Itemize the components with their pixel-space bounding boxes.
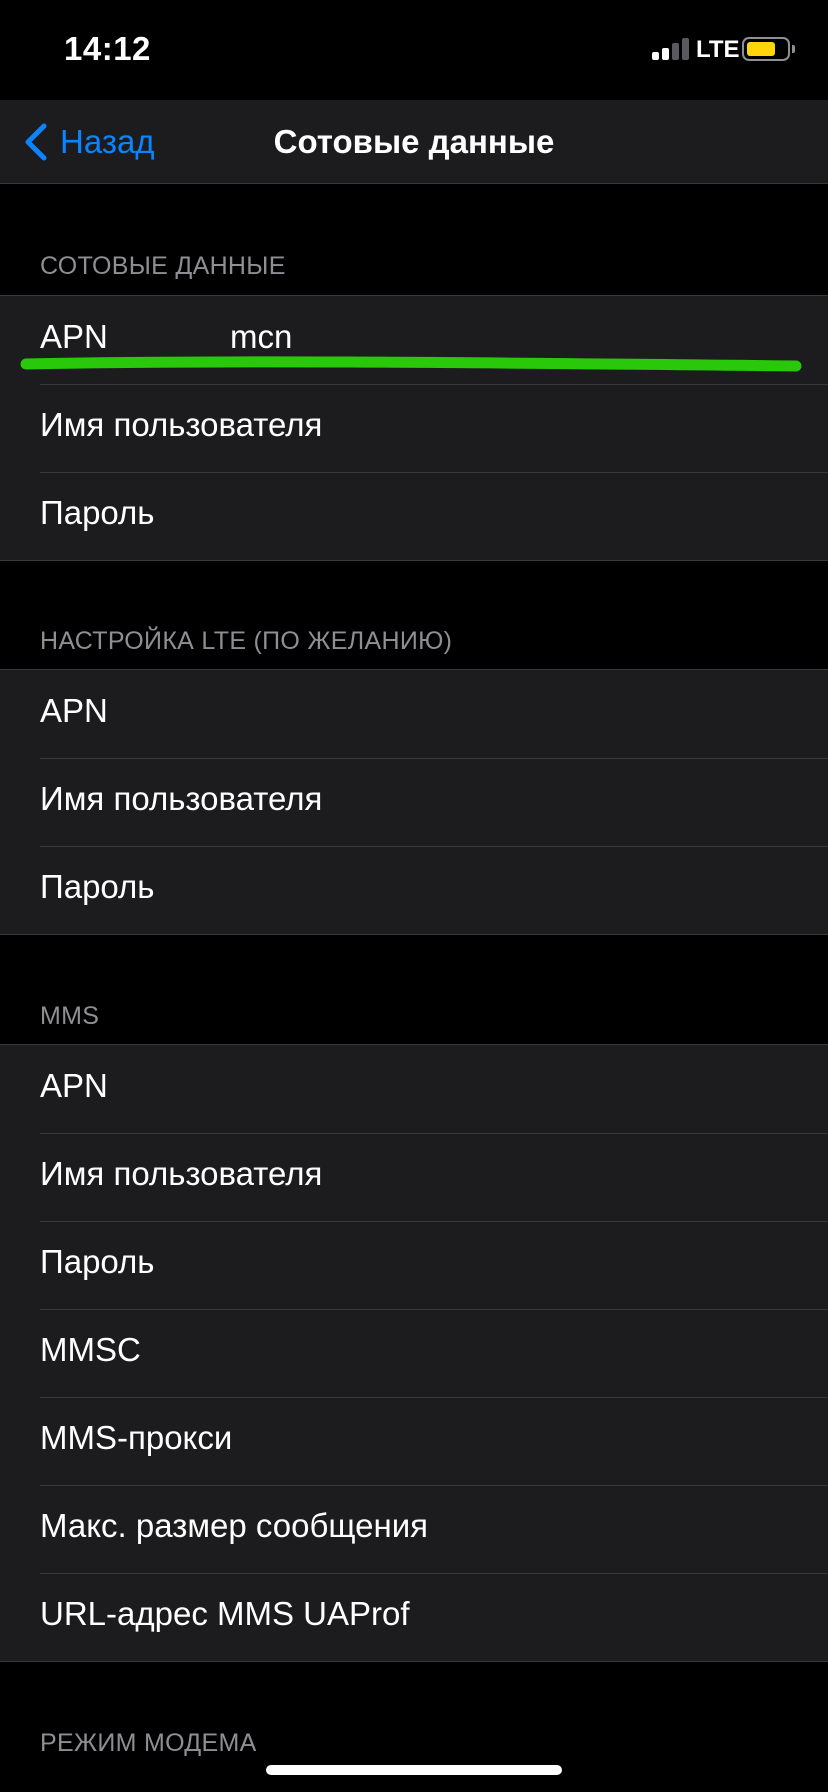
row-username[interactable]: Имя пользователя <box>0 384 828 472</box>
status-time: 14:12 <box>64 30 151 67</box>
section-header-lte: НАСТРОЙКА LTE (ПО ЖЕЛАНИЮ) <box>40 627 453 655</box>
section-header-mms: MMS <box>40 1002 100 1030</box>
row-label: APN <box>40 692 108 729</box>
section-header-cellular-data: СОТОВЫЕ ДАННЫЕ <box>40 252 286 280</box>
group-cellular-data: APN mcn Имя пользователя Пароль <box>0 295 828 561</box>
row-password[interactable]: Пароль <box>0 1221 828 1309</box>
row-label: Пароль <box>40 494 155 531</box>
row-label: Имя пользователя <box>40 406 323 443</box>
row-apn[interactable]: APN <box>0 1045 828 1133</box>
row-label: MMS-прокси <box>40 1419 233 1456</box>
row-password[interactable]: Пароль <box>0 846 828 934</box>
row-label: Имя пользователя <box>40 780 323 817</box>
row-label: Имя пользователя <box>40 1155 323 1192</box>
row-apn[interactable]: APN mcn <box>0 296 828 384</box>
cellular-signal-icon <box>652 36 690 60</box>
navigation-bar: Сотовые данные Назад <box>0 100 828 184</box>
back-button[interactable]: Назад <box>22 114 155 170</box>
row-apn[interactable]: APN <box>0 670 828 758</box>
row-label: Пароль <box>40 868 155 905</box>
network-type: LTE <box>696 36 740 63</box>
row-label: APN <box>40 1067 108 1104</box>
status-bar: 14:12 LTE <box>0 0 828 100</box>
row-label: URL-адрес MMS UAProf <box>40 1595 410 1632</box>
home-indicator <box>266 1765 562 1775</box>
screen: 14:12 LTE Сотовые данные Назад СОТОВЫЕ Д… <box>0 0 828 1792</box>
chevron-left-icon <box>25 123 47 161</box>
apn-value: mcn <box>230 318 293 355</box>
section-header-modem-mode: РЕЖИМ МОДЕМА <box>40 1729 257 1757</box>
row-mmsc[interactable]: MMSC <box>0 1309 828 1397</box>
row-max-message-size[interactable]: Макс. размер сообщения <box>0 1485 828 1573</box>
row-label: Макс. размер сообщения <box>40 1507 429 1544</box>
row-mms-uaprof-url[interactable]: URL-адрес MMS UAProf <box>0 1573 828 1661</box>
row-username[interactable]: Имя пользователя <box>0 1133 828 1221</box>
row-mms-proxy[interactable]: MMS-прокси <box>0 1397 828 1485</box>
group-mms: APN Имя пользователя Пароль MMSC MMS-про… <box>0 1044 828 1662</box>
row-label: Пароль <box>40 1243 155 1280</box>
back-label: Назад <box>60 123 155 160</box>
row-username[interactable]: Имя пользователя <box>0 758 828 846</box>
row-label: APN <box>40 318 108 355</box>
battery-icon <box>742 37 795 61</box>
row-label: MMSC <box>40 1331 141 1368</box>
row-password[interactable]: Пароль <box>0 472 828 560</box>
group-lte: APN Имя пользователя Пароль <box>0 669 828 935</box>
